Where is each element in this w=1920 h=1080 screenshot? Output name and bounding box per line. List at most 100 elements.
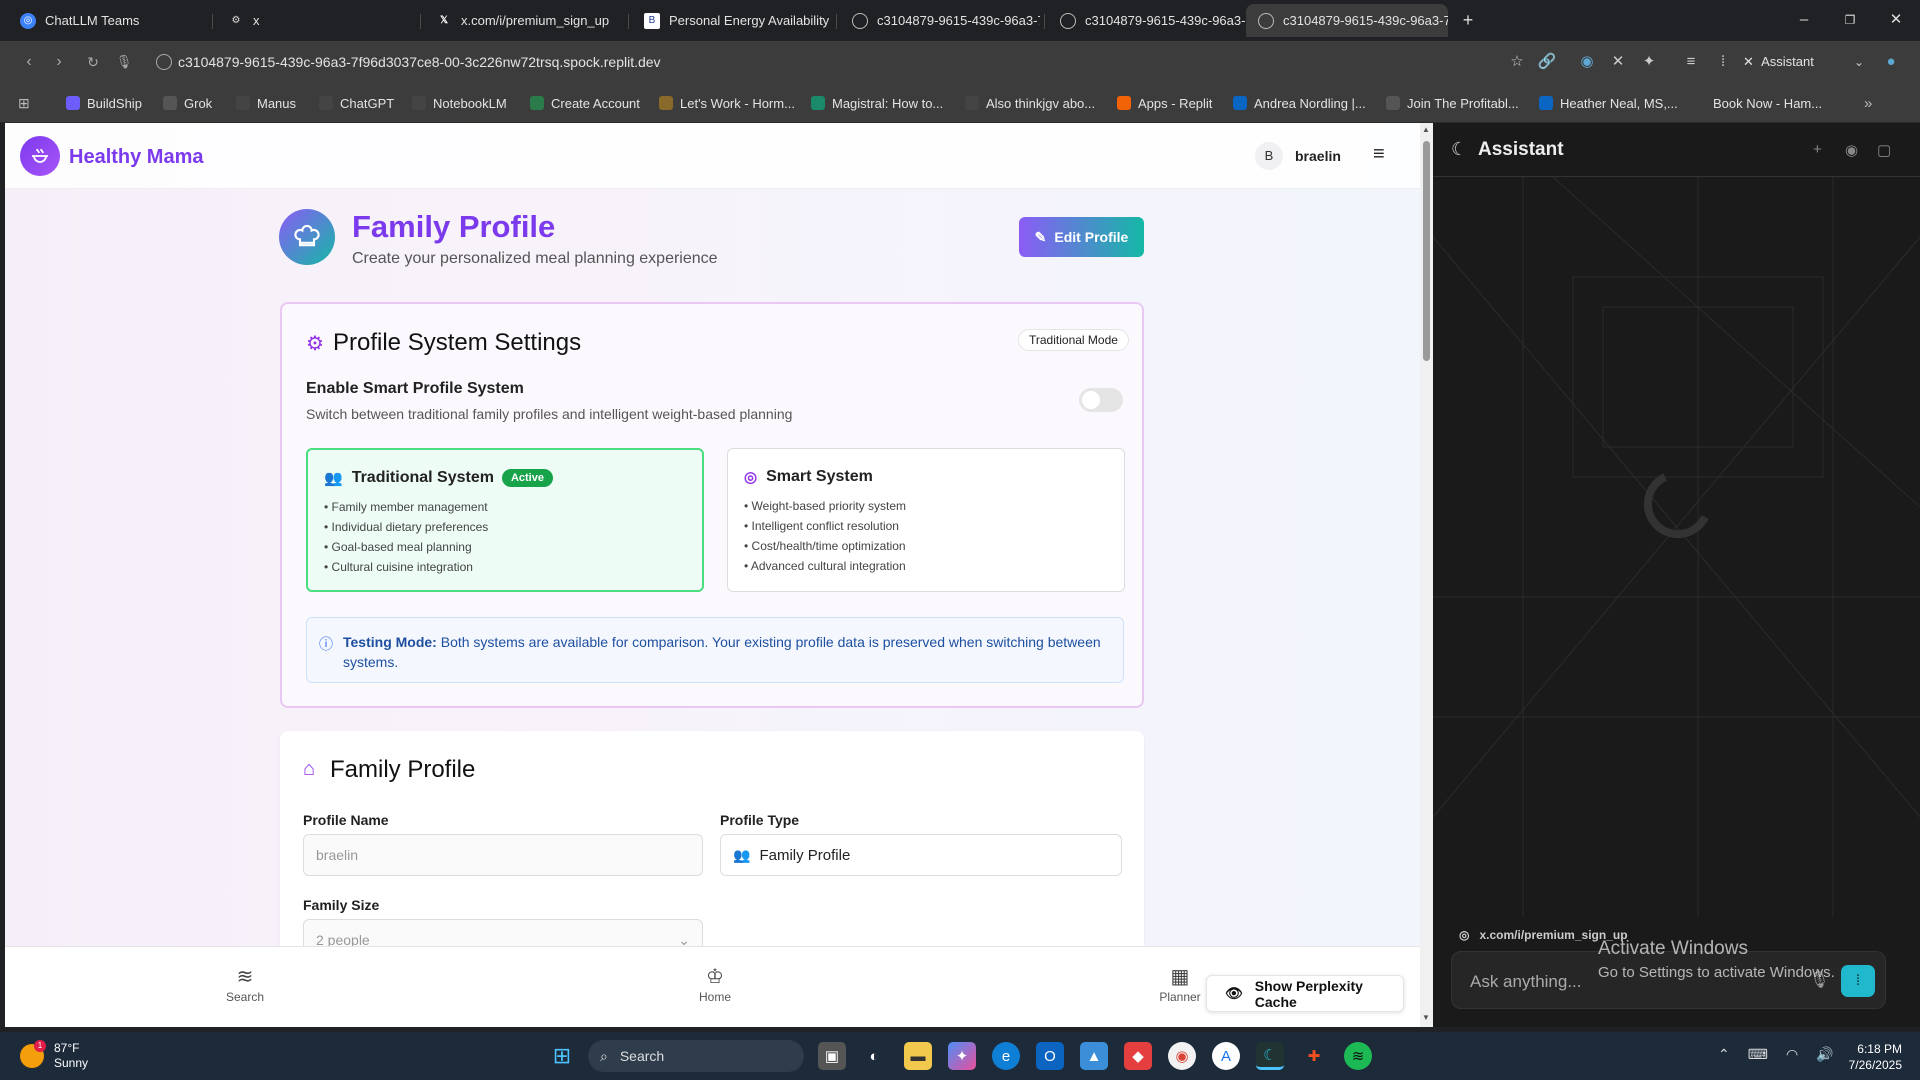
audio-wave-icon[interactable]: ⦙ <box>1712 51 1734 73</box>
site-info-icon[interactable] <box>156 54 172 70</box>
username[interactable]: braelin <box>1295 148 1341 164</box>
bookmark-label: Join The Profitabl... <box>1407 95 1519 111</box>
brand-name[interactable]: Healthy Mama <box>69 146 204 169</box>
app-store-icon[interactable]: A <box>1212 1042 1240 1070</box>
photos-icon[interactable]: ▲ <box>1080 1042 1108 1070</box>
bookmark-item[interactable]: Also thinkjgv abo... <box>965 92 1095 114</box>
smart-profile-toggle[interactable] <box>1079 388 1123 412</box>
apps-grid-icon[interactable]: ⊞ <box>18 92 30 114</box>
extension-x-icon[interactable]: ✕ <box>1607 51 1629 73</box>
chevron-down-icon[interactable]: ⌄ <box>1848 51 1870 73</box>
extensions-puzzle-icon[interactable]: ✦ <box>1638 51 1660 73</box>
new-thread-icon[interactable]: + <box>1813 141 1822 158</box>
bookmark-item[interactable]: Join The Profitabl... <box>1386 92 1519 114</box>
nav-search[interactable]: ≋ Search <box>205 964 285 1004</box>
app-icon[interactable]: ◐ <box>860 1042 888 1070</box>
windows-start-icon[interactable]: ⊞ <box>548 1042 576 1070</box>
smart-system-option[interactable]: ◎ Smart System • Weight-based priority s… <box>727 448 1125 592</box>
profile-icon[interactable]: ● <box>1880 51 1902 73</box>
browser-tab-active[interactable]: c3104879-9615-439c-96a3-7 <box>1246 4 1448 37</box>
edge-icon[interactable]: e <box>992 1042 1020 1070</box>
hamburger-menu-icon[interactable]: ≡ <box>1373 143 1385 166</box>
broadcast-icon[interactable]: ◉ <box>1845 141 1858 159</box>
bookmark-label: Book Now - Ham... <box>1713 95 1823 111</box>
bookmark-item[interactable]: Magistral: How to... <box>811 92 943 114</box>
browser-tab[interactable]: c3104879-9615-439c-96a3-7 <box>1048 4 1248 37</box>
expand-icon[interactable]: ▢ <box>1877 141 1891 159</box>
healthy-mama-logo-icon[interactable] <box>20 136 60 176</box>
wifi-icon[interactable]: ◠ <box>1786 1046 1798 1063</box>
feature-item: • Individual dietary preferences <box>324 520 489 534</box>
tab-title: Personal Energy Availability C <box>669 13 832 28</box>
voice-mode-button[interactable]: ⦙ <box>1841 965 1875 997</box>
outlook-icon[interactable]: O <box>1036 1042 1064 1070</box>
minimize-icon[interactable]: – <box>1790 8 1818 32</box>
mic-icon[interactable]: 🎙 <box>113 51 135 73</box>
page-subtitle: Create your personalized meal planning e… <box>352 250 718 267</box>
menu-lines-icon[interactable]: ≡ <box>1680 51 1702 73</box>
weather-widget[interactable]: 1 87°F Sunny <box>20 1040 88 1071</box>
bookmark-item[interactable]: ChatGPT <box>319 92 394 114</box>
link-icon[interactable]: 🔗 <box>1536 51 1558 73</box>
bookmark-favicon <box>530 96 544 110</box>
bookmark-item[interactable]: Grok <box>163 92 212 114</box>
bookmark-item[interactable]: Manus <box>236 92 296 114</box>
reload-icon[interactable]: ↻ <box>82 51 104 73</box>
profile-type-field[interactable]: 👥 Family Profile <box>720 834 1122 876</box>
edit-profile-button[interactable]: ✎ Edit Profile <box>1019 217 1144 257</box>
scroll-up-icon[interactable]: ▲ <box>1422 125 1430 134</box>
show-perplexity-cache-button[interactable]: 👁 Show Perplexity Cache <box>1206 975 1404 1012</box>
browser-tab[interactable]: B Personal Energy Availability C <box>632 4 832 37</box>
assistant-tab-button[interactable]: ✕ Assistant <box>1743 51 1833 73</box>
chrome-icon[interactable]: ◉ <box>1168 1042 1196 1070</box>
bookmark-star-icon[interactable]: ☆ <box>1506 51 1528 73</box>
extension-globe-icon[interactable]: ◉ <box>1576 51 1598 73</box>
perplexity-icon[interactable]: ☾ <box>1256 1042 1284 1070</box>
users-icon: 👥 <box>324 470 343 487</box>
bookmark-item[interactable]: Create Account <box>530 92 640 114</box>
keyboard-icon[interactable]: ⌨ <box>1748 1046 1768 1063</box>
traditional-system-option[interactable]: 👥 Traditional System Active • Family mem… <box>306 448 704 592</box>
bookmark-item[interactable]: Heather Neal, MS,... <box>1539 92 1678 114</box>
taskbar-search[interactable]: ⌕ Search <box>588 1040 804 1072</box>
file-explorer-icon[interactable]: ▬ <box>904 1042 932 1070</box>
address-bar[interactable]: c3104879-9615-439c-96a3-7f96d3037ce8-00-… <box>150 47 1495 77</box>
browser-tab[interactable]: ◎ ChatLLM Teams <box>8 4 208 37</box>
restore-icon[interactable]: ❐ <box>1836 8 1864 32</box>
family-profile-title: Family Profile <box>330 756 476 783</box>
profile-name-input[interactable]: braelin <box>303 834 703 876</box>
chatllm-icon: ◎ <box>20 12 36 29</box>
bookmark-item[interactable]: BuildShip <box>66 92 142 114</box>
volume-icon[interactable]: 🔊 <box>1816 1046 1833 1063</box>
app-icon[interactable]: ◆ <box>1124 1042 1152 1070</box>
taskbar-clock[interactable]: 6:18 PM 7/26/2025 <box>1836 1041 1902 1073</box>
close-window-icon[interactable]: ✕ <box>1882 8 1910 32</box>
copilot-icon[interactable]: ✦ <box>948 1042 976 1070</box>
chevron-up-icon[interactable]: ⌃ <box>1718 1046 1730 1063</box>
bookmark-item[interactable]: Let's Work - Horm... <box>659 92 795 114</box>
task-view-icon[interactable]: ▣ <box>818 1042 846 1070</box>
browser-tab[interactable]: ⚙ x <box>216 4 416 37</box>
browser-tab[interactable]: c3104879-9615-439c-96a3-7 <box>840 4 1040 37</box>
spotify-icon[interactable]: ≋ <box>1344 1042 1372 1070</box>
figma-icon[interactable]: ✚ <box>1300 1042 1328 1070</box>
gear-icon: ⚙ <box>306 333 324 355</box>
page-scrollbar[interactable]: ▲ ▼ <box>1420 123 1433 1027</box>
back-icon[interactable]: ‹ <box>18 51 40 73</box>
scroll-down-icon[interactable]: ▼ <box>1422 1013 1430 1022</box>
bookmark-label: Apps - Replit <box>1138 95 1213 111</box>
testing-mode-notice: ⓘ Testing Mode: Both systems are availab… <box>306 617 1124 683</box>
new-tab-icon[interactable]: + <box>1454 8 1482 32</box>
bookmark-item[interactable]: NotebookLM <box>412 92 507 114</box>
bookmark-item[interactable]: Apps - Replit <box>1117 92 1212 114</box>
more-bookmarks-icon[interactable]: » <box>1864 92 1872 114</box>
bookmark-item[interactable]: Book Now - Ham... <box>1692 92 1822 114</box>
browser-tab[interactable]: 𝕏 x.com/i/premium_sign_up <box>424 4 624 37</box>
forward-icon[interactable]: › <box>48 51 70 73</box>
globe-icon <box>852 12 868 29</box>
user-avatar[interactable]: B <box>1255 142 1283 170</box>
search-icon: ⌕ <box>600 1047 608 1064</box>
bookmark-item[interactable]: Andrea Nordling |... <box>1233 92 1366 114</box>
nav-home[interactable]: ♔ Home <box>675 964 755 1004</box>
scrollbar-thumb[interactable] <box>1423 141 1430 361</box>
